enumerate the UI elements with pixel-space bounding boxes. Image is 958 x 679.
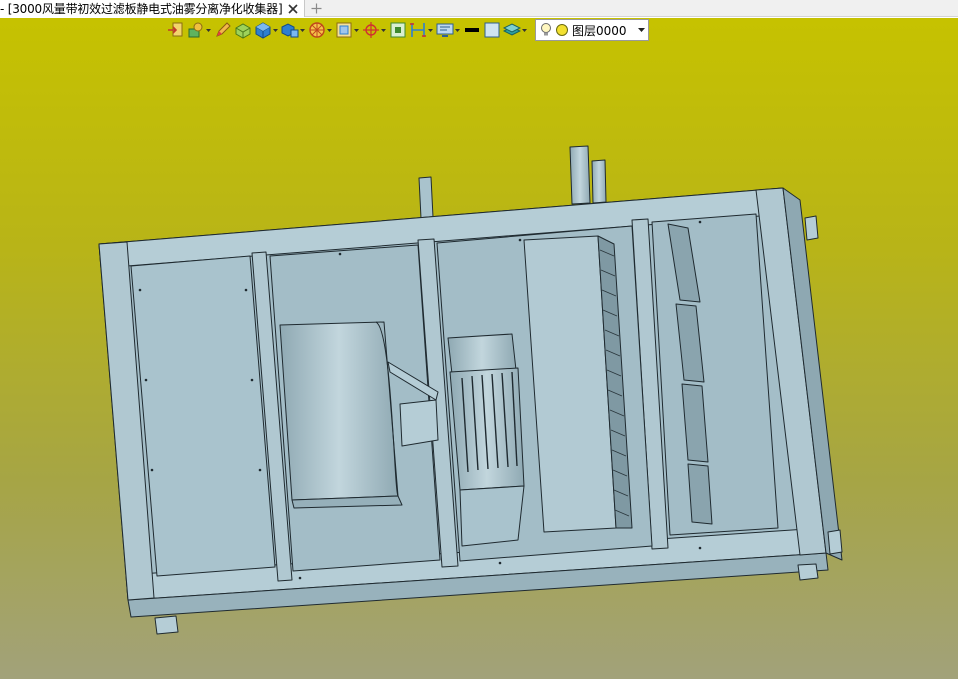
import-icon [168,22,183,37]
fill-color-icon [484,22,500,38]
render-wheel-icon [309,22,325,38]
model-render[interactable] [0,18,958,679]
solid-cube-icon [255,22,271,39]
tool-solid-cube[interactable] [253,19,280,41]
3d-viewport[interactable] [0,18,958,679]
tool-layer-tools[interactable] [186,19,213,41]
view-toolbar: 图层0000 [166,18,649,42]
document-tab[interactable]: - [3000风量带初效过滤板静电式油雾分离净化收集器] [0,0,306,17]
tool-layer-stack[interactable] [502,19,529,41]
tool-zoom-window[interactable] [334,19,361,41]
tool-render-wheel[interactable] [307,19,334,41]
document-tab-bar: - [3000风量带初效过滤板静电式油雾分离净化收集器] [0,0,958,17]
section-icon [410,23,426,37]
tool-block[interactable] [233,19,253,41]
layer-tools-icon [188,22,203,38]
tool-fill-color[interactable] [482,19,502,41]
layer-select-value: 图层0000 [572,23,627,38]
block-icon [235,23,251,39]
pencil-icon [216,22,231,37]
display-settings-icon [436,23,454,37]
tool-shaded-view[interactable] [280,19,307,41]
layer-state-dot-icon[interactable] [555,23,569,37]
plus-icon[interactable] [305,0,327,17]
tool-section[interactable] [408,19,435,41]
tool-orbit-axis[interactable] [361,19,388,41]
shaded-view-icon [281,23,299,38]
tool-fit-frame[interactable] [388,19,408,41]
tool-display-settings[interactable] [435,19,462,41]
close-icon[interactable] [286,2,300,16]
tool-line-color[interactable] [462,19,482,41]
zoom-window-icon [336,22,352,38]
document-tab-title[interactable]: - [3000风量带初效过滤板静电式油雾分离净化收集器] [0,1,283,17]
layer-stack-icon [503,23,521,36]
fit-frame-icon [390,22,406,38]
tool-import[interactable] [166,19,186,41]
chevron-down-icon[interactable] [634,28,648,32]
layer-select[interactable]: 图层0000 [535,19,649,41]
line-color-icon [465,28,479,32]
orbit-axis-icon [363,22,379,38]
tool-pencil[interactable] [213,19,233,41]
lightbulb-icon[interactable] [540,22,552,38]
